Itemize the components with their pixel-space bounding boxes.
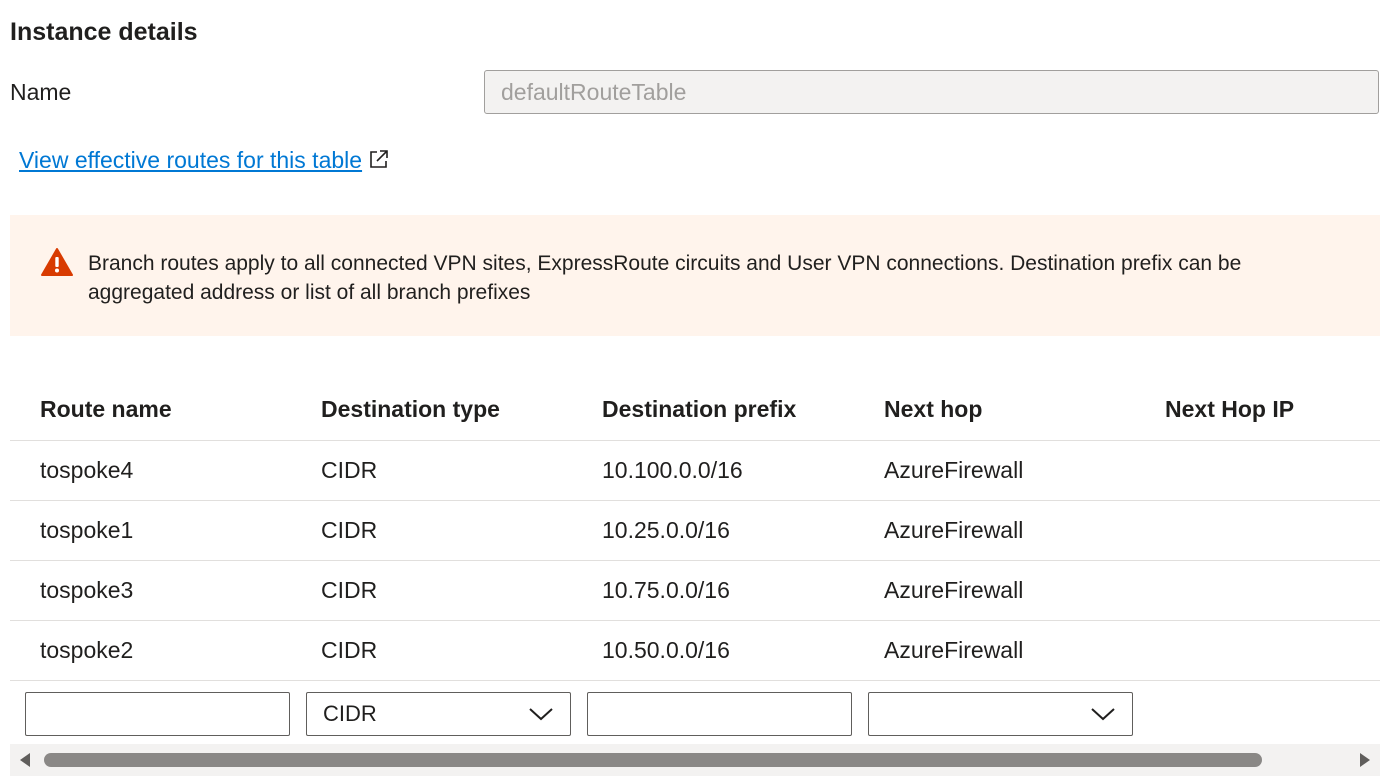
chevron-down-icon — [529, 708, 553, 721]
scroll-right-arrow-icon[interactable] — [1358, 752, 1372, 768]
table-row[interactable]: tospoke4 CIDR 10.100.0.0/16 AzureFirewal… — [10, 440, 1380, 500]
column-header-next-hop: Next hop — [884, 396, 983, 423]
next-hop-cell: AzureFirewall — [884, 456, 1024, 483]
next-hop-cell: AzureFirewall — [884, 636, 1024, 663]
route-name-cell: tospoke4 — [40, 456, 134, 483]
chevron-down-icon — [1091, 708, 1115, 721]
next-hop-ip-cell — [1165, 440, 1380, 500]
destination-type-selected-value: CIDR — [323, 701, 377, 726]
view-effective-routes-label: View effective routes for this table — [19, 147, 363, 173]
route-name-cell: tospoke3 — [40, 576, 134, 603]
route-table-page: Instance details Name View effective rou… — [0, 0, 1400, 780]
destination-type-cell: CIDR — [321, 456, 378, 483]
next-hop-ip-cell — [1165, 560, 1380, 620]
column-header-next-hop-ip: Next Hop IP — [1165, 396, 1295, 423]
table-row[interactable]: tospoke3 CIDR 10.75.0.0/16 AzureFirewall — [10, 560, 1380, 620]
name-input[interactable] — [484, 70, 1379, 114]
routes-table: Route name Destination type Destination … — [10, 380, 1380, 681]
table-row[interactable]: tospoke2 CIDR 10.50.0.0/16 AzureFirewall — [10, 620, 1380, 680]
scroll-left-arrow-icon[interactable] — [18, 752, 32, 768]
warning-icon — [41, 248, 73, 276]
new-route-name-input[interactable] — [25, 692, 290, 736]
route-name-cell: tospoke1 — [40, 516, 134, 543]
view-effective-routes-link[interactable]: View effective routes for this table — [19, 147, 390, 174]
warning-text: Branch routes apply to all connected VPN… — [88, 252, 1242, 304]
new-route-destination-type-select[interactable]: CIDR — [306, 692, 571, 736]
scrollbar-thumb[interactable] — [44, 753, 1262, 767]
destination-type-cell: CIDR — [321, 576, 378, 603]
warning-banner: Branch routes apply to all connected VPN… — [10, 215, 1380, 336]
destination-prefix-cell: 10.25.0.0/16 — [602, 516, 730, 543]
destination-prefix-cell: 10.100.0.0/16 — [602, 456, 743, 483]
new-route-destination-prefix-input[interactable] — [587, 692, 852, 736]
name-label: Name — [10, 79, 72, 105]
destination-type-cell: CIDR — [321, 516, 378, 543]
table-row[interactable]: tospoke1 CIDR 10.25.0.0/16 AzureFirewall — [10, 500, 1380, 560]
route-name-cell: tospoke2 — [40, 636, 134, 663]
next-hop-ip-cell — [1165, 500, 1380, 560]
column-header-route-name: Route name — [40, 396, 172, 423]
section-title: Instance details — [10, 18, 198, 46]
column-header-destination-prefix: Destination prefix — [602, 396, 797, 423]
next-hop-cell: AzureFirewall — [884, 516, 1024, 543]
external-link-icon — [370, 149, 388, 168]
new-route-row: CIDR — [10, 686, 1380, 744]
next-hop-cell: AzureFirewall — [884, 576, 1024, 603]
horizontal-scrollbar[interactable] — [10, 744, 1380, 776]
destination-type-cell: CIDR — [321, 636, 378, 663]
next-hop-ip-cell — [1165, 620, 1380, 680]
destination-prefix-cell: 10.50.0.0/16 — [602, 636, 730, 663]
destination-prefix-cell: 10.75.0.0/16 — [602, 576, 730, 603]
new-route-next-hop-select[interactable] — [868, 692, 1133, 736]
table-header-row: Route name Destination type Destination … — [10, 380, 1380, 440]
column-header-destination-type: Destination type — [321, 396, 500, 423]
